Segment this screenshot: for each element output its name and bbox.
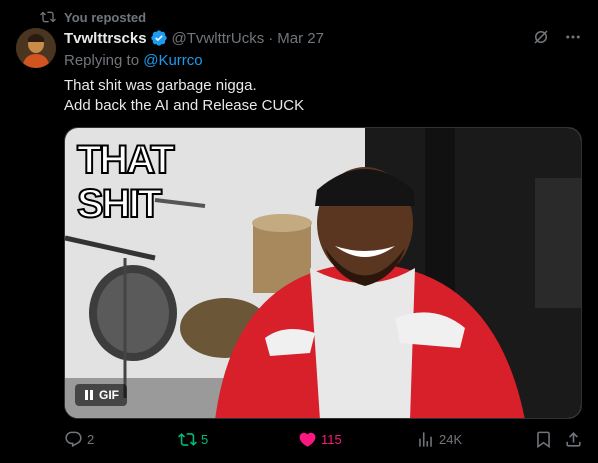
replying-prefix: Replying to — [64, 52, 144, 69]
gif-media[interactable]: THAT SHIT GIF — [64, 127, 582, 419]
gif-badge: GIF — [99, 388, 119, 402]
tweet-header: Tvwlttrscks @TvwlttrUcks · Mar 27 — [64, 28, 582, 48]
avatar[interactable] — [16, 28, 56, 68]
gif-caption-line: SHIT — [76, 182, 163, 226]
author-handle[interactable]: @TvwlttrUcks — [172, 30, 265, 47]
gif-caption-line: THAT — [76, 138, 176, 182]
more-options-icon[interactable] — [564, 28, 582, 46]
reply-count: 2 — [87, 432, 95, 447]
bookmark-icon — [537, 431, 550, 449]
tweet-text: That shit was garbage nigga. Add back th… — [64, 76, 304, 116]
tweet-text-line: Add back the AI and Release CUCK — [64, 97, 305, 114]
replying-to: Replying to @Kurrco — [64, 52, 203, 69]
action-bar: 2 5 115 24K — [64, 430, 584, 452]
avatar-image — [16, 28, 56, 68]
share-icon — [566, 432, 581, 447]
repost-button[interactable]: 5 — [178, 430, 208, 449]
views-button[interactable]: 24K — [416, 430, 462, 449]
heart-icon — [299, 432, 316, 447]
repost-icon — [178, 433, 197, 446]
header-actions — [532, 28, 582, 46]
repost-count: 5 — [201, 432, 209, 447]
tweet-date[interactable]: Mar 27 — [277, 30, 324, 47]
reply-button[interactable]: 2 — [64, 430, 94, 449]
tweet-text-line: That shit was garbage nigga. — [64, 77, 257, 94]
repost-icon — [40, 11, 56, 23]
separator-dot: · — [268, 29, 274, 47]
pause-icon[interactable] — [83, 389, 95, 401]
reply-icon — [65, 431, 82, 448]
analytics-icon — [419, 432, 432, 447]
repost-banner-text: You reposted — [64, 9, 147, 25]
replying-mention[interactable]: @Kurrco — [143, 52, 202, 69]
view-count: 24K — [439, 432, 463, 447]
like-button[interactable]: 115 — [298, 430, 342, 449]
bookmark-button[interactable] — [534, 430, 553, 449]
gif-controls[interactable]: GIF — [75, 384, 127, 406]
author-display-name[interactable]: Tvwlttrscks — [64, 30, 147, 47]
repost-banner: You reposted — [40, 8, 146, 26]
grok-icon[interactable] — [532, 28, 550, 46]
verified-badge-icon[interactable] — [150, 29, 168, 47]
share-button[interactable] — [564, 430, 583, 449]
like-count: 115 — [321, 432, 342, 447]
